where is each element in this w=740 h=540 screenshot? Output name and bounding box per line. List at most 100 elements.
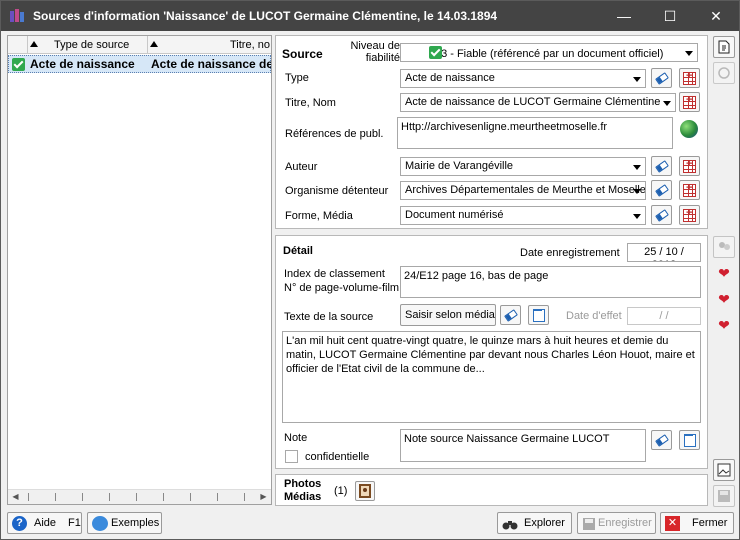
chevron-down-icon <box>633 214 641 219</box>
list-item-title: Acte de naissance de <box>151 57 271 71</box>
column-header-title[interactable]: Titre, no <box>148 36 271 54</box>
check-icon <box>12 58 25 71</box>
confidentielle-checkbox[interactable] <box>285 450 298 463</box>
clear-type-button[interactable] <box>651 68 672 88</box>
chevron-down-icon <box>685 51 693 56</box>
clear-auteur-button[interactable] <box>651 156 672 176</box>
header-spacer <box>8 36 28 54</box>
table-add-icon <box>683 158 696 173</box>
add-forme-button[interactable] <box>679 205 700 225</box>
clear-texte-button[interactable] <box>500 305 521 325</box>
people-icon <box>719 242 730 250</box>
eraser-icon <box>654 208 669 222</box>
niveau-select[interactable]: 3 - Fiable (référencé par un document of… <box>400 43 698 62</box>
close-window-button[interactable]: ✕ <box>693 1 739 31</box>
clear-note-button[interactable] <box>651 430 672 450</box>
people-button[interactable] <box>713 236 735 258</box>
eraser-icon <box>654 183 669 197</box>
source-list[interactable]: Type de source Titre, no Acte de naissan… <box>7 35 272 505</box>
heart-add-icon[interactable]: ❤ <box>713 288 735 310</box>
saisir-media-button[interactable]: Saisir selon média <box>400 304 496 326</box>
aide-key: F1 <box>68 517 81 529</box>
type-select[interactable]: Acte de naissance <box>400 69 646 88</box>
texte-source-textarea[interactable]: L'an mil huit cent quatre-vingt quatre, … <box>282 331 701 423</box>
confidentielle-label: confidentielle <box>305 451 370 463</box>
chevron-down-icon <box>633 189 641 194</box>
add-auteur-button[interactable] <box>679 156 700 176</box>
media-link-button[interactable] <box>713 459 735 481</box>
detail-heading: Détail <box>283 245 313 257</box>
column-header-type[interactable]: Type de source <box>28 36 148 54</box>
fermer-button[interactable]: ✕ Fermer <box>660 512 734 534</box>
add-titre-button[interactable] <box>679 92 700 112</box>
photos-count: (1) <box>334 485 348 497</box>
fermer-label: Fermer <box>692 517 728 529</box>
list-item[interactable]: Acte de naissance Acte de naissance de <box>8 55 271 73</box>
add-type-button[interactable] <box>679 68 700 88</box>
aide-label: Aide <box>34 517 57 529</box>
date-effet-input[interactable]: / / <box>627 307 701 325</box>
globe-icon[interactable] <box>680 120 698 138</box>
close-icon: ✕ <box>665 516 680 531</box>
maximize-button[interactable]: ☐ <box>647 1 693 31</box>
chevron-down-icon <box>633 77 641 82</box>
date-enr-label: Date enregistrement <box>520 247 620 259</box>
explorer-button[interactable]: Explorer <box>497 512 572 534</box>
photos-label: Photos <box>284 478 322 490</box>
clear-organisme-button[interactable] <box>651 180 672 200</box>
forme-select[interactable]: Document numérisé <box>400 206 646 225</box>
titre-select[interactable]: Acte de naissance de LUCOT Germaine Clém… <box>400 93 676 112</box>
note-list-button[interactable] <box>679 430 700 450</box>
date-effet-label: Date d'effet <box>566 310 622 322</box>
exemples-button[interactable]: Exemples <box>87 512 162 534</box>
eraser-icon <box>503 308 518 322</box>
sort-up-icon <box>30 41 38 47</box>
eraser-icon <box>654 71 669 85</box>
organisme-select[interactable]: Archives Départementales de Meurthe et M… <box>400 181 646 200</box>
forme-label: Forme, Média <box>285 210 353 222</box>
index-input[interactable]: 24/E12 page 16, bas de page <box>400 266 701 298</box>
texte-list-button[interactable] <box>528 305 549 325</box>
horizontal-scrollbar[interactable]: ◀ ▶ <box>8 489 271 504</box>
scroll-left-icon[interactable]: ◀ <box>8 490 23 504</box>
refresh-icon <box>718 67 730 79</box>
title-bar[interactable]: Sources d'information 'Naissance' de LUC… <box>1 1 739 31</box>
index-label: Index de classement <box>284 268 385 280</box>
portrait-icon <box>359 484 371 498</box>
hearts-icon[interactable]: ❤ <box>713 262 735 284</box>
sort-up-icon <box>150 41 158 47</box>
enregistrer-button[interactable]: Enregistrer <box>577 512 656 534</box>
chat-bubbles-icon <box>92 516 108 531</box>
chevron-down-icon <box>663 101 671 106</box>
help-icon: ? <box>12 516 27 531</box>
auteur-select[interactable]: Mairie de Varangéville <box>400 157 646 176</box>
add-organisme-button[interactable] <box>679 180 700 200</box>
exemples-label: Exemples <box>111 517 160 529</box>
floppy-icon <box>583 518 595 530</box>
list-icon <box>683 433 696 447</box>
detail-group: Détail Date enregistrement 25 / 10 / 201… <box>275 235 708 469</box>
source-dialog-window: Sources d'information 'Naissance' de LUC… <box>0 0 740 540</box>
aide-button[interactable]: ? Aide F1 <box>7 512 82 534</box>
niveau-label: Niveau de fiabilité <box>350 40 400 64</box>
refs-label: Références de publ. <box>285 128 384 140</box>
scroll-track[interactable] <box>28 493 248 501</box>
document-add-icon <box>718 40 730 54</box>
note-input[interactable]: Note source Naissance Germaine LUCOT <box>400 429 646 462</box>
heart-icon[interactable]: ❤ <box>713 314 735 336</box>
scroll-right-icon[interactable]: ▶ <box>256 490 271 504</box>
page-volume-label: N° de page-volume-film <box>284 282 400 294</box>
eraser-icon <box>654 433 669 447</box>
copy-document-button[interactable] <box>713 62 735 84</box>
new-document-button[interactable] <box>713 36 735 58</box>
minimize-button[interactable]: — <box>601 1 647 31</box>
photo-thumbnail-button[interactable] <box>355 481 375 501</box>
refs-input[interactable]: Http://archivesenligne.meurtheetmoselle.… <box>397 117 673 149</box>
date-enr-input[interactable]: 25 / 10 / 2013 <box>627 243 701 262</box>
organisme-label: Organisme détenteur <box>285 185 389 197</box>
save-side-button[interactable] <box>713 485 735 507</box>
texte-label: Texte de la source <box>284 311 374 323</box>
medias-label: Médias <box>284 491 322 503</box>
clear-forme-button[interactable] <box>651 205 672 225</box>
table-add-icon <box>683 207 696 222</box>
